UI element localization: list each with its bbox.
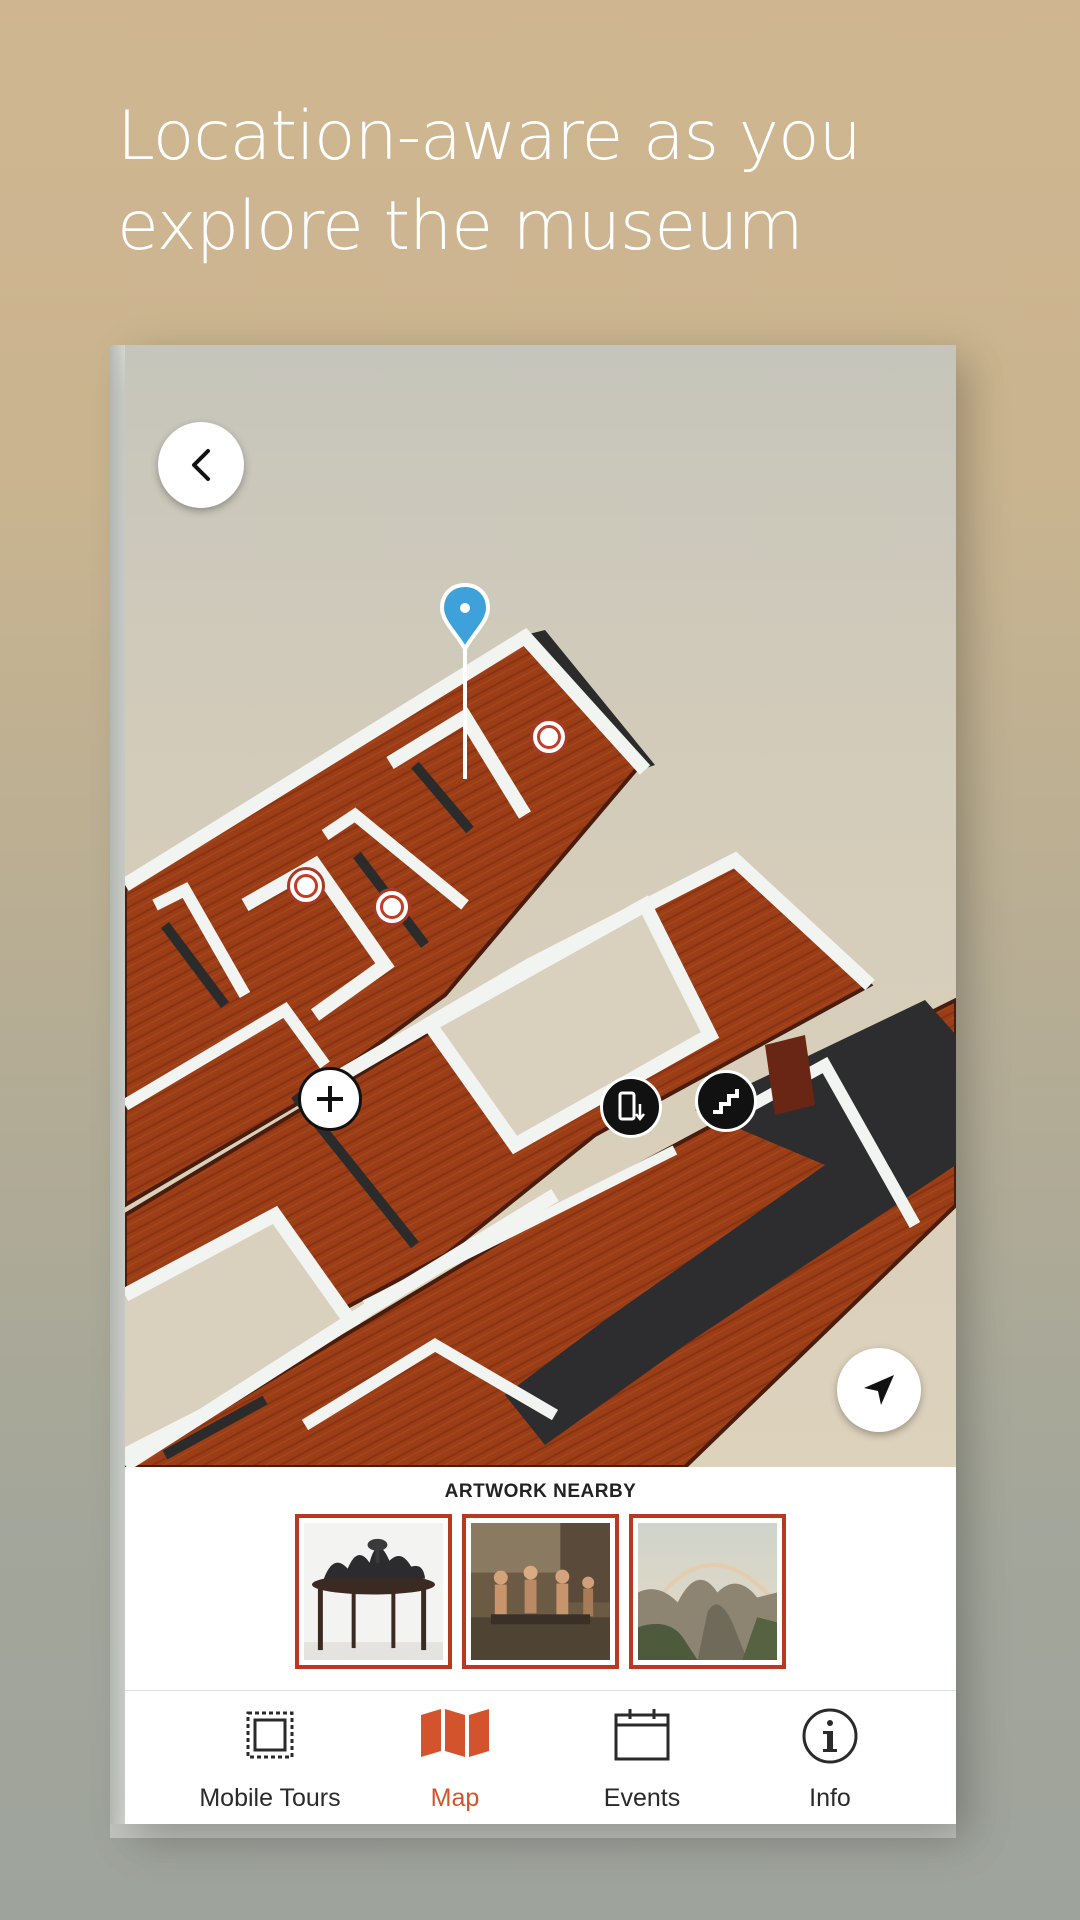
- tab-info[interactable]: Info: [735, 1691, 925, 1824]
- landscape-rainbow-painting-image: [638, 1523, 777, 1660]
- locate-me-button[interactable]: [837, 1348, 921, 1432]
- figures-painting-image: [471, 1523, 610, 1660]
- artwork-marker[interactable]: [373, 888, 411, 926]
- table-sculpture-image: [304, 1523, 443, 1660]
- navigation-arrow-icon: [864, 1375, 894, 1405]
- calendar-icon: [614, 1709, 670, 1761]
- tab-mobile-tours[interactable]: Mobile Tours: [175, 1691, 365, 1824]
- artwork-thumbnail[interactable]: [629, 1514, 786, 1669]
- map-icon: [421, 1709, 489, 1757]
- artwork-marker[interactable]: [530, 718, 568, 756]
- tab-map[interactable]: Map: [360, 1691, 550, 1824]
- elevator-icon[interactable]: [600, 1076, 662, 1138]
- plus-icon[interactable]: [298, 1067, 362, 1131]
- tab-label: Mobile Tours: [199, 1784, 341, 1812]
- tab-bar: Mobile Tours Map Events Info: [125, 1690, 956, 1824]
- headline: Location-aware as you explore the museum: [117, 92, 997, 272]
- headline-line-1: Location-aware as you: [117, 97, 862, 176]
- location-pin-icon: [439, 582, 491, 779]
- artwork-nearby-title: ARTWORK NEARBY: [444, 1481, 637, 1502]
- headline-line-2: explore the museum: [117, 187, 804, 266]
- stairs-icon[interactable]: [695, 1070, 757, 1132]
- phone-screen: ARTWORK NEARBY Mobile Tours Map Events I…: [125, 345, 956, 1824]
- tab-label: Info: [809, 1784, 851, 1812]
- artwork-nearby-panel: ARTWORK NEARBY: [125, 1467, 956, 1690]
- museum-map[interactable]: [125, 345, 956, 1467]
- tab-label: Map: [430, 1784, 480, 1812]
- info-icon: [802, 1708, 858, 1764]
- artwork-thumbnails: [295, 1514, 786, 1669]
- artwork-marker[interactable]: [287, 867, 325, 905]
- tab-events[interactable]: Events: [547, 1691, 737, 1824]
- stamp-icon: [246, 1711, 294, 1759]
- artwork-thumbnail[interactable]: [462, 1514, 619, 1669]
- chevron-left-icon: [192, 449, 210, 481]
- artwork-thumbnail[interactable]: [295, 1514, 452, 1669]
- back-button[interactable]: [158, 422, 244, 508]
- tab-label: Events: [603, 1784, 681, 1812]
- device-bottom-edge: [110, 1824, 956, 1838]
- floor-plan: [125, 627, 956, 1467]
- device-edge: [110, 345, 125, 1838]
